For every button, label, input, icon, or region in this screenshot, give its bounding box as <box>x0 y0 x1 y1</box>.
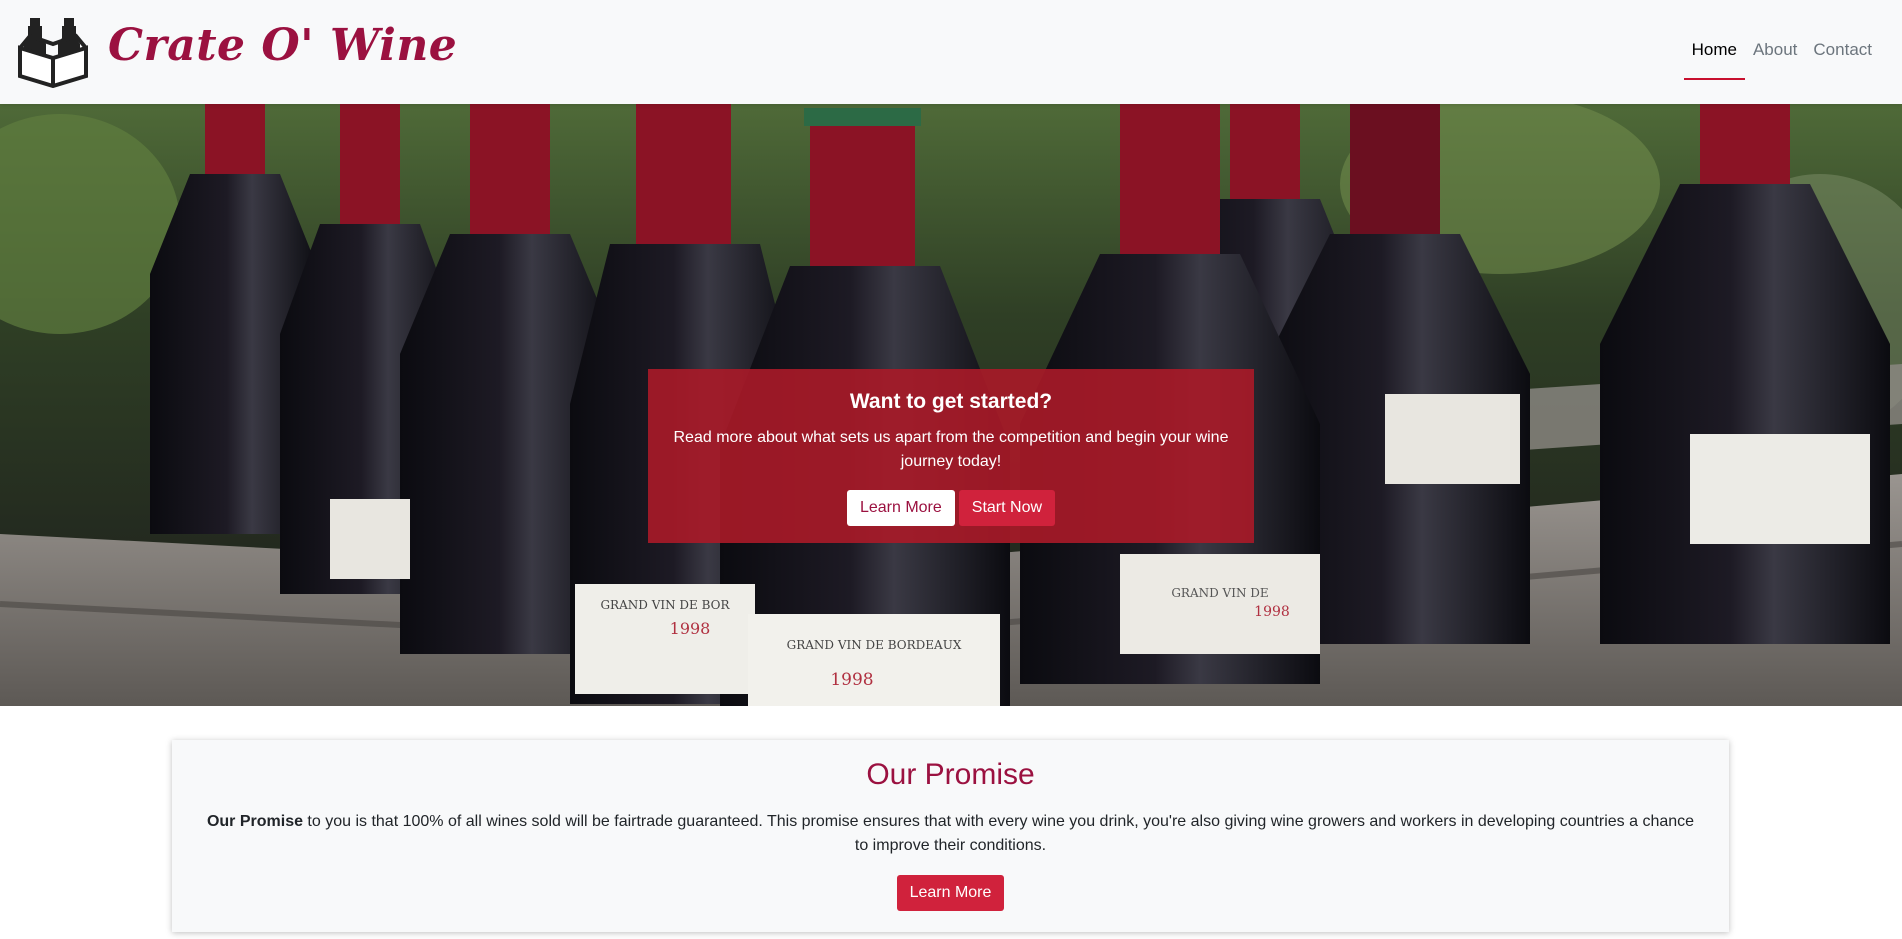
cta-buttons: Learn More Start Now <box>648 490 1254 526</box>
bottle-label-text-1: GRAND VIN DE BORDEAUX <box>787 638 962 652</box>
promise-learn-more-button[interactable]: Learn More <box>896 875 1005 911</box>
brand-name[interactable]: Crate O' Wine <box>108 20 457 71</box>
cta-heading: Want to get started? <box>849 390 1053 413</box>
bottle-label-year-1: 1998 <box>830 670 873 690</box>
bottle-label-text-3: GRAND VIN DE <box>1171 586 1268 600</box>
bottle-label-year-2: 1998 <box>670 619 711 638</box>
learn-more-button[interactable]: Learn More <box>846 490 955 526</box>
hero-section: GRAND VIN DE BOR 1998 GRAND VIN DE BORDE… <box>0 104 1902 706</box>
cta-body: Read more about what sets us apart from … <box>673 429 1229 470</box>
cta-panel: Want to get started? Read more about wha… <box>648 369 1254 543</box>
wine-crate-icon[interactable] <box>16 14 90 88</box>
nav-home[interactable]: Home <box>1683 34 1745 80</box>
bottle-label-text-2: GRAND VIN DE BOR <box>600 598 730 612</box>
promise-lead: Our Promise <box>206 813 303 830</box>
bottle-label-year-3: 1998 <box>1254 604 1290 620</box>
nav-links: Home About Contact <box>1683 34 1880 80</box>
promise-card: Our Promise Our Promise to you is that 1… <box>172 740 1729 932</box>
nav-about[interactable]: About <box>1745 34 1805 80</box>
start-now-button[interactable]: Start Now <box>958 490 1056 526</box>
navbar: Crate O' Wine Home About Contact <box>0 0 1902 104</box>
promise-body: to you is that 100% of all wines sold wi… <box>302 813 1695 854</box>
promise-text: Our Promise to you is that 100% of all w… <box>172 810 1729 858</box>
nav-contact[interactable]: Contact <box>1805 34 1880 80</box>
promise-heading: Our Promise <box>866 758 1035 791</box>
